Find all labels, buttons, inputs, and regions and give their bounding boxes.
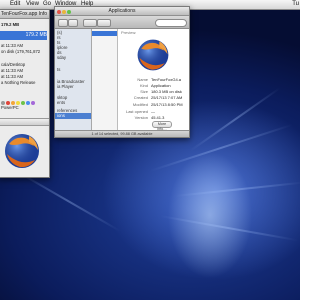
sidebar-item[interactable]: ts: [57, 67, 60, 72]
tenfourfox-globe-icon: [137, 39, 169, 71]
info-created: at 11:33 AM: [1, 68, 24, 73]
preview-opened-value: —: [151, 109, 155, 114]
finder-window: Applications (s) rs ts iplore ds sday ts…: [54, 6, 190, 138]
info-desktop: cala/Desktop: [1, 62, 26, 67]
finder-title: Applications: [108, 8, 136, 14]
selected-file-row[interactable]: [92, 31, 117, 36]
window-controls: [57, 9, 72, 14]
info-version: a Nothing Release: [1, 80, 36, 85]
info-disk: on disk (179,761,872: [1, 49, 41, 54]
preview-version-key: Version: [134, 115, 148, 120]
close-button[interactable]: [57, 10, 61, 14]
preview-heading: Preview:: [121, 30, 137, 35]
minimize-button[interactable]: [62, 10, 66, 14]
zoom-button[interactable]: [67, 10, 71, 14]
color-labels[interactable]: [1, 92, 36, 105]
menu-go[interactable]: Go: [43, 0, 51, 9]
menu-view[interactable]: View: [26, 0, 39, 9]
search-input[interactable]: [155, 19, 187, 27]
preview-created-key: Created: [133, 95, 148, 100]
finder-statusbar: 1 of 14 selected, 99.88 GB available: [55, 130, 189, 137]
info-mod-time: at 11:33 AM: [1, 74, 24, 79]
more-info-button[interactable]: More info…: [152, 121, 172, 131]
sidebar: (s) rs ts iplore ds sday ts ia Broadcast…: [55, 29, 92, 130]
view-icons-button[interactable]: [83, 19, 97, 27]
sidebar-item-applications[interactable]: ions: [57, 113, 65, 118]
sidebar-item[interactable]: ents: [57, 100, 65, 105]
preview-pane: Preview: Name TenFourFoxG4.a Kind Applic…: [118, 29, 189, 131]
file-column[interactable]: [92, 29, 118, 130]
info-powerpc: PowerPC: [1, 105, 19, 110]
tenfourfox-globe-icon: [5, 134, 39, 168]
sidebar-item[interactable]: sday: [57, 55, 66, 60]
preview-size-value: 180.3 MB on disk: [151, 89, 182, 94]
preview-size-key: Size: [140, 89, 148, 94]
aurora-streak: [159, 215, 299, 242]
preview-opened-key: Last opened: [125, 109, 148, 114]
aurora-streak: [174, 181, 300, 197]
info-preview-section[interactable]: [0, 118, 49, 126]
desktop: Edit View Go Window Help Tu TenFourFox.a…: [0, 0, 300, 300]
back-button[interactable]: [58, 19, 68, 27]
preview-version-value: 45.41.3: [151, 115, 165, 120]
preview-name-key: Name: [137, 77, 148, 82]
menu-edit[interactable]: Edit: [10, 0, 20, 9]
preview-modified-value: 25/17/13 8:50 PM: [151, 102, 183, 107]
preview-name-value: TenFourFoxG4.a: [151, 77, 182, 82]
menubar-clock[interactable]: Tu: [292, 0, 299, 9]
info-window: TenFourFox.app Info 179.2 MB 179.2 MB at…: [0, 9, 50, 178]
finder-titlebar[interactable]: Applications: [55, 7, 189, 16]
aurora-streak: [15, 170, 121, 232]
info-window-titlebar[interactable]: TenFourFox.app Info: [0, 10, 49, 19]
sidebar-item[interactable]: ia Player: [57, 84, 74, 89]
finder-toolbar: [55, 16, 189, 29]
preview-kind-key: Kind: [139, 83, 148, 88]
forward-button[interactable]: [68, 19, 78, 27]
preview-created-value: 25/17/13 7:07 AM: [151, 95, 183, 100]
view-columns-button[interactable]: [97, 19, 111, 27]
preview-kind-value: Application: [151, 83, 171, 88]
info-selection-text: 179.2 MB: [25, 32, 47, 38]
preview-modified-key: Modified: [132, 102, 148, 107]
info-modified: at 11:33 AM: [1, 43, 24, 48]
info-size-label: 179.2 MB: [1, 22, 20, 27]
